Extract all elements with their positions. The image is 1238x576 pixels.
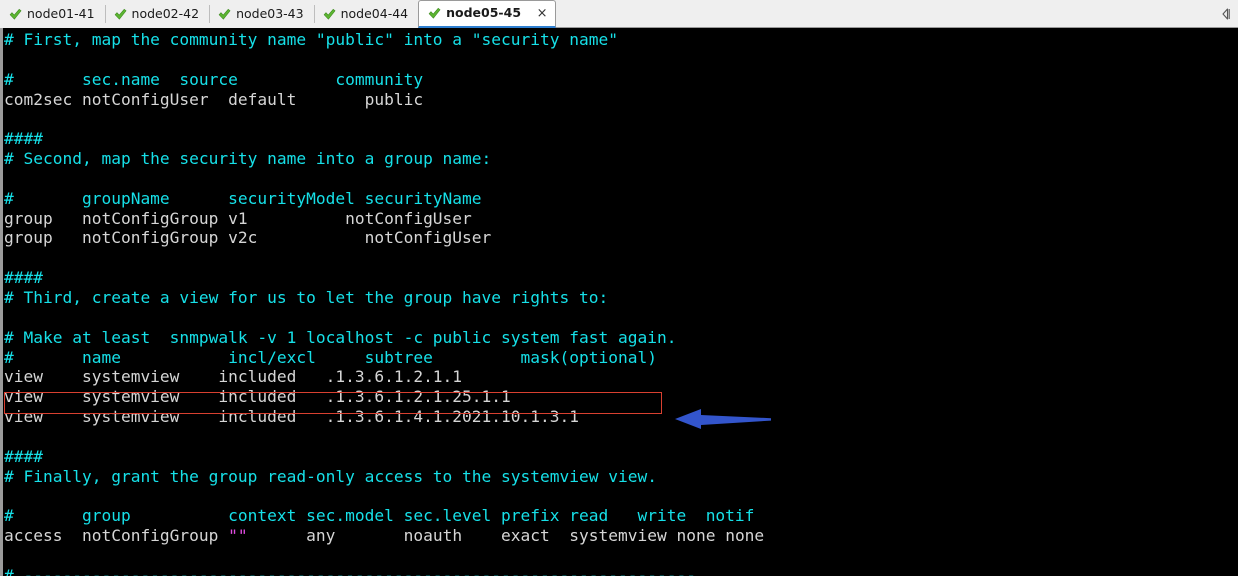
check-icon <box>218 8 231 20</box>
tab-bar-filler <box>556 0 1212 27</box>
tab-label: node02-42 <box>131 5 200 21</box>
terminal-line: group notConfigGroup v1 notConfigUser <box>4 209 1238 229</box>
terminal-pane[interactable]: # First, map the community name "public"… <box>0 28 1238 576</box>
terminal-line: view systemview included .1.3.6.1.4.1.20… <box>4 407 1238 427</box>
tab-node01-41[interactable]: node01-41 <box>0 0 105 28</box>
terminal-line: # group context sec.model sec.level pref… <box>4 506 1238 526</box>
collapse-panel-button[interactable] <box>1212 0 1238 27</box>
terminal-text-segment: com2sec notConfigUser default public <box>4 89 424 109</box>
terminal-line: # --------------------------------------… <box>4 566 1238 576</box>
terminal-line: access notConfigGroup "" any noauth exac… <box>4 526 1238 546</box>
terminal-line: #### <box>4 129 1238 149</box>
terminal-text: # First, map the community name "public"… <box>3 28 1238 576</box>
terminal-text-segment: view systemview included .1.3.6.1.4.1.20… <box>4 407 579 427</box>
terminal-line: # Third, create a view for us to let the… <box>4 288 1238 308</box>
terminal-text-segment: # name incl/excl subtree mask(optional) <box>4 347 657 367</box>
check-icon <box>323 8 336 20</box>
terminal-line: # Second, map the security name into a g… <box>4 149 1238 169</box>
tab-node05-45[interactable]: node05-45 × <box>418 0 557 28</box>
tab-label: node01-41 <box>27 5 95 21</box>
terminal-text-segment: # Third, create a view for us to let the… <box>4 287 609 307</box>
terminal-text-segment: #### <box>4 129 43 149</box>
terminal-line: # Make at least snmpwalk -v 1 localhost … <box>4 328 1238 348</box>
terminal-text-segment: group notConfigGroup v2c notConfigUser <box>4 228 492 248</box>
terminal-line: # sec.name source community <box>4 70 1238 90</box>
terminal-line: view systemview included .1.3.6.1.2.1.1 <box>4 367 1238 387</box>
tab-close-icon[interactable]: × <box>535 7 549 21</box>
terminal-text-segment: # Make at least snmpwalk -v 1 localhost … <box>4 327 677 347</box>
terminal-line: #### <box>4 447 1238 467</box>
tab-label: node04-44 <box>340 5 409 21</box>
terminal-text-segment: # --------------------------------------… <box>4 565 696 576</box>
tab-node04-44[interactable]: node04-44 <box>313 0 419 28</box>
check-icon <box>428 7 441 19</box>
terminal-text-segment: # Second, map the security name into a g… <box>4 149 492 169</box>
collapse-left-icon <box>1221 7 1230 20</box>
terminal-text-segment: view systemview included .1.3.6.1.2.1.1 <box>4 367 463 387</box>
terminal-line: # groupName securityModel securityName <box>4 189 1238 209</box>
tab-node03-43[interactable]: node03-43 <box>209 0 314 28</box>
terminal-line: group notConfigGroup v2c notConfigUser <box>4 228 1238 248</box>
terminal-text-segment: group notConfigGroup v1 notConfigUser <box>4 208 472 228</box>
tab-list: node01-41 node02-42 node03-43 node04-44 node… <box>0 0 557 28</box>
terminal-text-segment: # sec.name source community <box>4 69 424 89</box>
tab-label: node05-45 <box>446 5 522 21</box>
terminal-text-segment: access notConfigGroup <box>4 526 229 546</box>
tab-bar: node01-41 node02-42 node03-43 node04-44 node… <box>0 0 1238 28</box>
terminal-text-segment: view systemview included .1.3.6.1.2.1.25… <box>4 387 511 407</box>
check-icon <box>9 8 22 20</box>
terminal-window: node01-41 node02-42 node03-43 node04-44 node… <box>0 0 1238 576</box>
terminal-text-segment: # groupName securityModel securityName <box>4 188 482 208</box>
tab-label: node03-43 <box>236 5 304 21</box>
terminal-line: # name incl/excl subtree mask(optional) <box>4 348 1238 368</box>
terminal-text-segment: any noauth exact systemview none none <box>247 526 765 546</box>
terminal-line: #### <box>4 268 1238 288</box>
terminal-line: view systemview included .1.3.6.1.2.1.25… <box>4 387 1238 407</box>
terminal-text-segment: "" <box>228 526 248 546</box>
tab-node02-42[interactable]: node02-42 <box>104 0 210 28</box>
terminal-text-segment: # Finally, grant the group read-only acc… <box>4 466 657 486</box>
terminal-text-segment: # group context sec.model sec.level pref… <box>4 506 755 526</box>
terminal-text-segment: #### <box>4 446 43 466</box>
terminal-line: # First, map the community name "public"… <box>4 30 1238 50</box>
terminal-text-segment: # First, map the community name "public"… <box>4 30 618 49</box>
check-icon <box>114 8 126 20</box>
terminal-line: com2sec notConfigUser default public <box>4 90 1238 110</box>
terminal-line: # Finally, grant the group read-only acc… <box>4 467 1238 487</box>
terminal-text-segment: #### <box>4 268 43 288</box>
